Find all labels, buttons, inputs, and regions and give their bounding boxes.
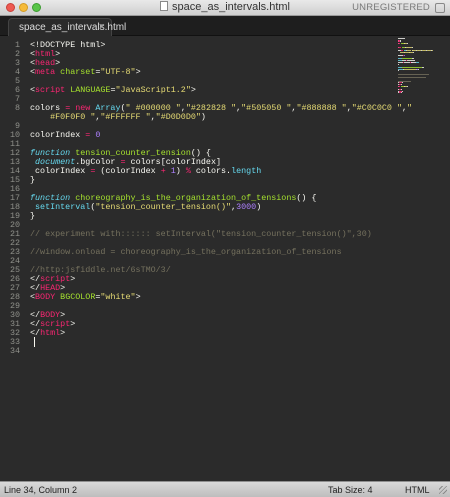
- code-line: 34: [0, 346, 30, 357]
- minimap-mark: [431, 49, 433, 51]
- code-line: #F0F0F0 ","#FFFFFF ","#D0D0D0"): [0, 112, 206, 123]
- tab-close-icon[interactable]: ×: [99, 21, 105, 33]
- minimap-mark: [398, 70, 399, 72]
- minimap-mark: [421, 66, 424, 68]
- cursor-position: Line 34, Column 2: [4, 485, 78, 495]
- code-text: <BODY BGCOLOR="white">: [30, 292, 141, 302]
- syntax-selector[interactable]: HTML: [405, 485, 430, 495]
- minimap-mark: [416, 61, 419, 63]
- code-text: <script LANGUAGE="JavaScript1.2">: [30, 85, 196, 95]
- code-line: 18 setInterval("tension_counter_tension(…: [0, 202, 261, 213]
- tab-label: space_as_intervals.html: [19, 22, 127, 33]
- minimap-mark: [401, 82, 403, 84]
- minimap-mark: [400, 92, 402, 94]
- resize-grip-icon[interactable]: [439, 486, 447, 494]
- code-text: colorIndex = (colorIndex + 1) % colors.l…: [30, 166, 262, 176]
- minimap-mark: [398, 63, 399, 65]
- code-text: </html>: [30, 328, 66, 338]
- minimap-mark: [418, 68, 420, 70]
- minimap-mark: [407, 43, 409, 45]
- code-text: setInterval("tension_counter_tension()",…: [35, 202, 262, 212]
- code-editor[interactable]: 1 <!DOCTYPE html> 2 <html> 3 <head> 4 <meta cha…: [0, 36, 450, 481]
- minimap-mark: [403, 68, 416, 70]
- tab-space-as-intervals[interactable]: space_as_intervals.html ×: [8, 18, 126, 36]
- code-line: 21// experiment with:::::: setInterval("…: [0, 229, 372, 240]
- code-text: }: [30, 175, 36, 185]
- code-text: <meta charset="UTF-8">: [30, 67, 141, 77]
- code-text: // experiment with:::::: setInterval("te…: [30, 229, 372, 239]
- document-icon: [159, 1, 168, 11]
- window-title: space_as_intervals.html: [171, 1, 290, 13]
- code-text: }: [30, 211, 36, 221]
- minimap-mark: [412, 46, 414, 48]
- code-text: #F0F0F0 ","#FFFFFF ","#D0D0D0"): [50, 112, 206, 122]
- code-line: 23//window.onload = choreography_is_the_…: [0, 247, 342, 258]
- status-bar: Line 34, Column 2 Tab Size: 4 HTML: [0, 481, 450, 497]
- code-text: colorIndex = 0: [30, 130, 101, 140]
- line-number: 34: [9, 346, 20, 356]
- minimap-mark: [401, 90, 403, 92]
- registration-status: UNREGISTERED: [352, 2, 430, 13]
- minimap-mark: [398, 77, 426, 79]
- code-text: //window.onload = choreography_is_the_or…: [30, 247, 342, 257]
- minimap[interactable]: [398, 38, 444, 98]
- tab-size-selector[interactable]: Tab Size: 4: [328, 485, 373, 495]
- minimap-mark: [405, 46, 413, 48]
- minimap-mark: [413, 51, 415, 53]
- minimap-mark: [398, 73, 429, 75]
- title-bar: space_as_intervals.html UNREGISTERED: [0, 0, 450, 16]
- code-line: 14 colorIndex = (colorIndex + 1) % color…: [0, 166, 261, 177]
- text-cursor: [34, 337, 35, 347]
- tab-bar: space_as_intervals.html ×: [0, 16, 450, 36]
- minimap-mark: [407, 85, 409, 87]
- fullscreen-icon[interactable]: [435, 3, 445, 13]
- minimap-mark: [403, 55, 405, 56]
